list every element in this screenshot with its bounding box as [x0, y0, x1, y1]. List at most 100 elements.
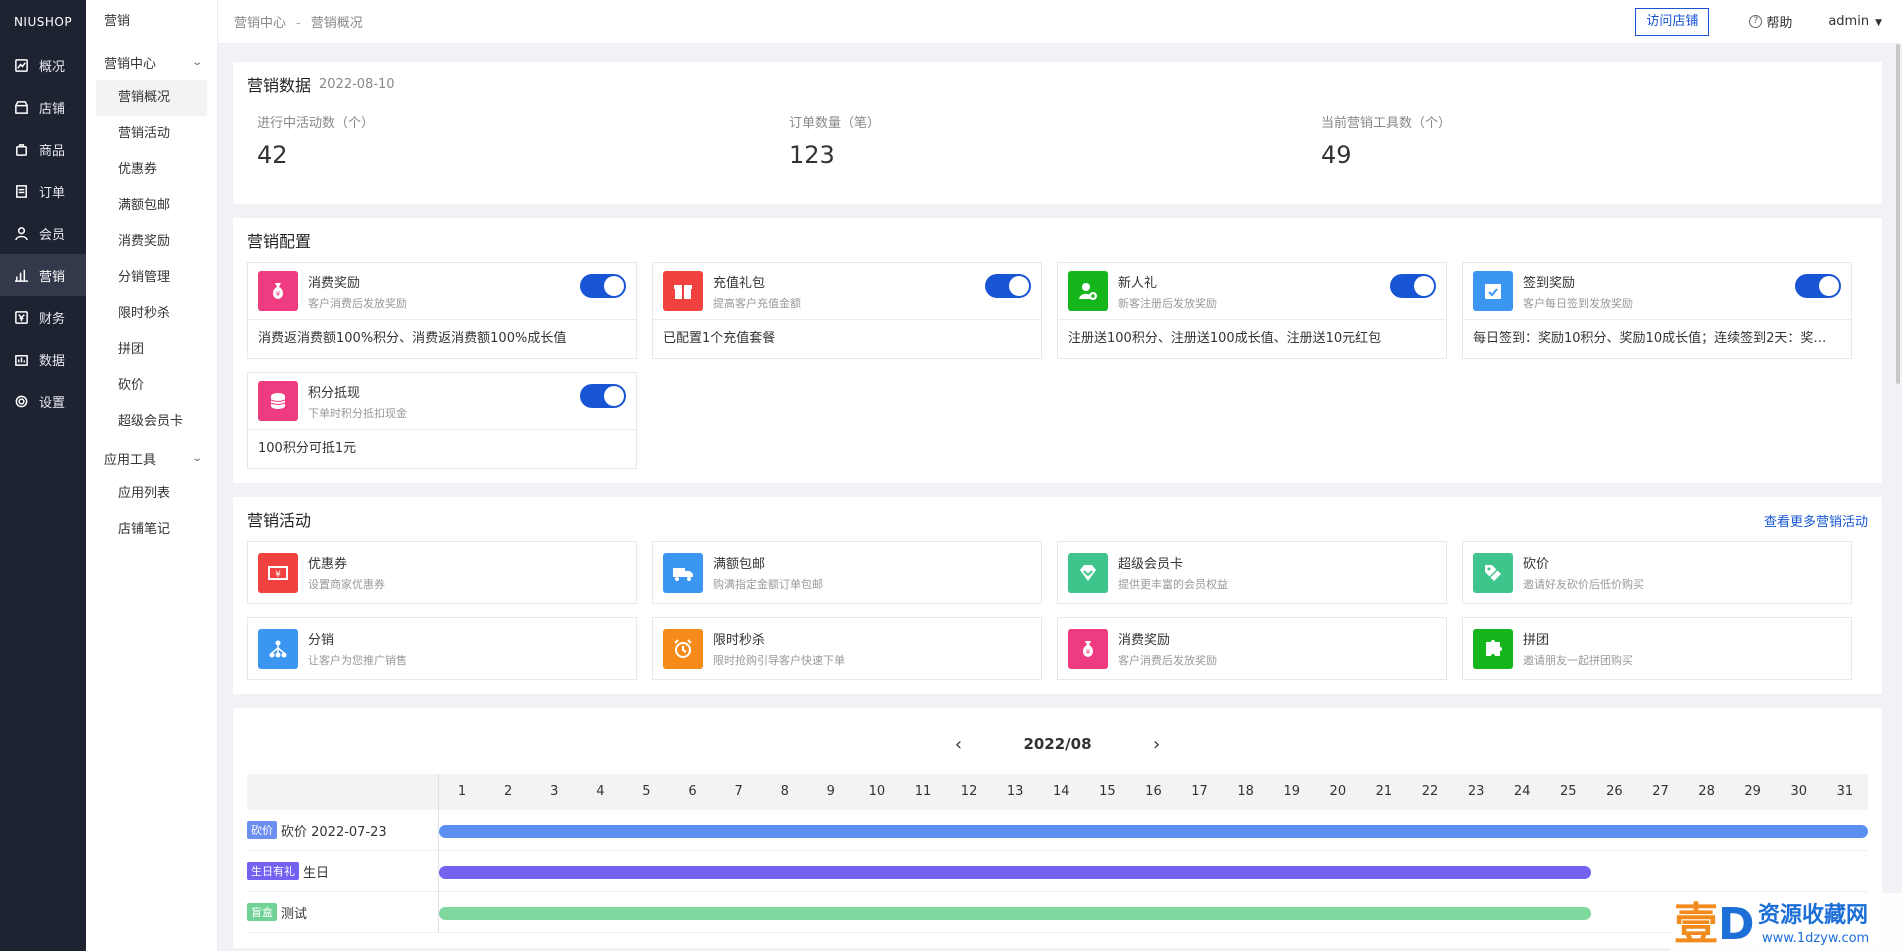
calendar-day: 13 [1006, 784, 1024, 799]
activity-title[interactable]: 测试 [281, 903, 307, 922]
activity-duration-bar[interactable] [439, 907, 1592, 920]
config-detail: 100积分可抵1元 [258, 441, 357, 456]
activity-card[interactable]: 拼团 邀请朋友一起拼团购买 [1462, 617, 1852, 680]
enable-toggle[interactable] [1795, 274, 1841, 298]
activity-type-tag: 盲盒 [247, 903, 277, 921]
svg-text:¥: ¥ [276, 290, 281, 298]
calendar-day: 31 [1836, 784, 1854, 799]
nav-item-data[interactable]: 数据 [0, 338, 86, 380]
order-list-icon [16, 184, 27, 198]
submenu-item[interactable]: 超级会员卡 [86, 404, 217, 440]
calendar-day: 16 [1145, 784, 1162, 799]
enable-toggle[interactable] [1390, 274, 1436, 298]
submenu-item[interactable]: 应用列表 [86, 476, 217, 512]
activity-duration-bar[interactable] [439, 825, 1868, 838]
submenu-item[interactable]: 营销活动 [86, 116, 217, 152]
calendar-day: 27 [1652, 784, 1669, 799]
config-card: 充值礼包 提高客户充值金额 已配置1个充值套餐 [652, 262, 1042, 359]
group-app-tools[interactable]: 应用工具 ⌄ [86, 440, 217, 476]
calendar-day: 29 [1744, 784, 1761, 799]
nav-label: 数据 [39, 353, 66, 369]
enable-toggle[interactable] [580, 274, 626, 298]
user-menu[interactable]: admin ▼ [1828, 14, 1882, 29]
stat-card: 当前营销工具数（个） 49 [1321, 106, 1853, 204]
activity-name: 超级会员卡 [1118, 557, 1184, 572]
breadcrumb-item[interactable]: 营销中心 [234, 16, 286, 31]
chevron-down-icon: ⌄ [190, 56, 203, 68]
nav-item-store[interactable]: 店铺 [0, 86, 86, 128]
watermark-logo: 壹 D 资源收藏网 www.1dzyw.com [1670, 893, 1902, 951]
group-label: 应用工具 [104, 452, 157, 468]
next-month-chevron-right-icon[interactable]: › [1142, 734, 1172, 755]
activity-name: 消费奖励 [1118, 633, 1171, 648]
submenu-item[interactable]: 分销管理 [86, 260, 217, 296]
calendar-day: 22 [1421, 784, 1439, 799]
user-name: admin [1828, 14, 1870, 29]
enable-toggle[interactable] [985, 274, 1031, 298]
activity-card[interactable]: 限时秒杀 限时抢购引导客户快速下单 [652, 617, 1042, 680]
nav-item-user[interactable]: 会员 [0, 212, 86, 254]
submenu-item[interactable]: 拼团 [86, 332, 217, 368]
activity-title[interactable]: 生日 [303, 862, 329, 881]
activity-calendar: ‹ 2022/08 › 1 2 3 4 5 6 7 8 9 10 11 12 13 14 15 16 17 18 1… [233, 708, 1882, 948]
activity-card[interactable]: 砍价 邀请好友砍价后低价购买 [1462, 541, 1852, 604]
calendar-row: 砍价 砍价 2022-07-23 [247, 810, 1868, 851]
activity-card[interactable]: ¥ 消费奖励 客户消费后发放奖励 [1057, 617, 1447, 680]
calendar-day: 3 [550, 784, 559, 799]
config-name: 充值礼包 [713, 275, 766, 291]
activity-title[interactable]: 砍价 2022-07-23 [281, 821, 387, 840]
calendar-day: 14 [1052, 784, 1070, 799]
help-link[interactable]: ? 帮助 [1749, 12, 1792, 31]
calendar-day: 23 [1467, 784, 1485, 799]
money-bag-icon: ¥ [258, 271, 298, 311]
config-detail: 每日签到：奖励10积分、奖励10成长值；连续签到2天：奖励20积分 [1473, 331, 1851, 346]
truck-icon [663, 552, 703, 593]
submenu-item[interactable]: 砍价 [86, 368, 217, 404]
enable-toggle[interactable] [580, 384, 626, 408]
activity-card[interactable]: 超级会员卡 提供更丰富的会员权益 [1057, 541, 1447, 604]
more-activities-link[interactable]: 查看更多营销活动 [1764, 511, 1868, 530]
config-desc: 下单时积分抵扣现金 [308, 406, 407, 420]
calendar-day: 15 [1099, 784, 1116, 799]
stat-value: 49 [1321, 141, 1352, 169]
share-tree-icon [258, 628, 298, 669]
submenu-item[interactable]: 消费奖励 [86, 224, 217, 260]
store-icon [15, 100, 28, 114]
prev-month-chevron-left-icon[interactable]: ‹ [943, 734, 973, 755]
stat-card: 进行中活动数（个） 42 [257, 106, 789, 204]
submenu-item[interactable]: 店铺笔记 [86, 512, 217, 548]
config-desc: 新客注册后发放奖励 [1118, 296, 1217, 310]
submenu-item[interactable]: 限时秒杀 [86, 296, 217, 332]
activity-card[interactable]: 满额包邮 购满指定金额订单包邮 [652, 541, 1042, 604]
activity-card[interactable]: 分销 让客户为您推广销售 [247, 617, 637, 680]
config-name: 新人礼 [1118, 275, 1158, 291]
nav-item-chart-line[interactable]: 概况 [0, 44, 86, 86]
nav-item-bar-chart[interactable]: 营销 [0, 254, 86, 296]
nav-label: 营销 [39, 269, 66, 285]
nav-item-gear[interactable]: 设置 [0, 380, 86, 422]
submenu-item[interactable]: 优惠券 [86, 152, 217, 188]
submenu-item[interactable]: 满额包邮 [86, 188, 217, 224]
nav-item-goods-bag[interactable]: 商品 [0, 128, 86, 170]
calendar-day: 8 [780, 784, 789, 799]
submenu-item[interactable]: 营销概况 [96, 80, 207, 116]
nav-item-finance[interactable]: 财务 [0, 296, 86, 338]
help-icon: ? [1749, 15, 1763, 28]
nav-item-order-list[interactable]: 订单 [0, 170, 86, 212]
group-marketing-center[interactable]: 营销中心 ⌄ [86, 44, 217, 80]
calendar-row: 盲盒 测试 [247, 892, 1868, 933]
activity-card[interactable]: ¥ 优惠券 设置商家优惠券 [247, 541, 637, 604]
activity-duration-bar[interactable] [439, 866, 1592, 879]
calendar-day: 2 [504, 784, 513, 799]
svg-text:D: D [1718, 899, 1755, 950]
visit-store-button[interactable]: 访问店铺 [1635, 7, 1710, 36]
tag-knife-icon [1473, 552, 1513, 593]
config-desc: 客户消费后发放奖励 [308, 296, 407, 310]
config-card: 新人礼 新客注册后发放奖励 注册送100积分、注册送100成长值、注册送10元红… [1057, 262, 1447, 359]
sub-menu: 营销 营销中心 ⌄ 营销概况 营销活动 优惠券 满额包邮 消费奖励 分销管理 限时秒杀 拼团砍… [86, 0, 218, 951]
config-desc: 客户每日签到发放奖励 [1523, 296, 1633, 310]
brand-logo: NIUSHOP [13, 15, 73, 29]
stat-label: 进行中活动数（个） [257, 116, 375, 131]
page-scrollbar[interactable] [1894, 44, 1902, 384]
finance-icon [15, 310, 28, 324]
